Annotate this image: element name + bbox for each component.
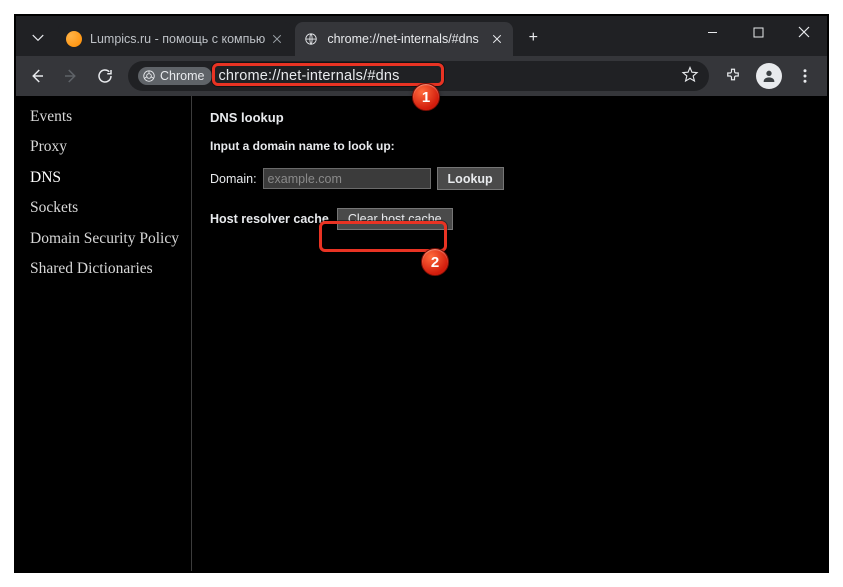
main-panel: DNS lookup Input a domain name to look u… [192,96,827,571]
sidebar-item-domain-security-policy[interactable]: Domain Security Policy [16,224,191,254]
domain-row: Domain: Lookup [210,167,809,190]
sidebar-item-proxy[interactable]: Proxy [16,132,191,162]
instruction-text: Input a domain name to look up: [210,139,809,153]
lookup-button[interactable]: Lookup [437,167,504,190]
cache-row: Host resolver cache Clear host cache [210,208,809,230]
extensions-icon[interactable] [717,60,749,92]
tab-title: Lumpics.ru - помощь с компью [90,32,265,46]
toolbar: Chrome chrome://net-internals/#dns [16,56,827,96]
sidebar-item-events[interactable]: Events [16,102,191,132]
content-area: Events Proxy DNS Sockets Domain Security… [16,96,827,571]
window-controls [689,16,827,56]
cache-label: Host resolver cache [210,212,329,226]
clear-host-cache-button[interactable]: Clear host cache [337,208,453,230]
chrome-chip: Chrome [138,67,212,85]
tab-title: chrome://net-internals/#dns [327,32,485,46]
tab-inactive[interactable]: Lumpics.ru - помощь с компью [58,22,293,56]
favicon-lumpics [66,31,82,47]
reload-button[interactable] [90,61,120,91]
section-title: DNS lookup [210,110,809,125]
sidebar-item-shared-dictionaries[interactable]: Shared Dictionaries [16,254,191,284]
sidebar-item-sockets[interactable]: Sockets [16,193,191,223]
menu-icon[interactable] [789,60,821,92]
bookmark-star-icon[interactable] [681,66,699,87]
back-button[interactable] [22,61,52,91]
profile-avatar[interactable] [753,60,785,92]
chip-label: Chrome [160,69,204,83]
tab-active[interactable]: chrome://net-internals/#dns [295,22,513,56]
tab-search-button[interactable] [24,24,52,52]
new-tab-button[interactable]: + [519,24,547,52]
titlebar: Lumpics.ru - помощь с компью chrome://ne… [16,16,827,56]
favicon-globe-icon [303,31,319,47]
domain-label: Domain: [210,172,257,186]
sidebar-item-dns[interactable]: DNS [16,163,191,193]
close-icon[interactable] [489,31,505,47]
sidebar: Events Proxy DNS Sockets Domain Security… [16,96,192,571]
close-icon[interactable] [269,31,285,47]
forward-button[interactable] [56,61,86,91]
maximize-button[interactable] [735,16,781,48]
address-bar[interactable]: Chrome chrome://net-internals/#dns [128,61,709,91]
domain-input[interactable] [263,168,431,189]
browser-window: Lumpics.ru - помощь с компью chrome://ne… [16,16,827,571]
minimize-button[interactable] [689,16,735,48]
url-text: chrome://net-internals/#dns [218,68,675,84]
close-window-button[interactable] [781,16,827,48]
